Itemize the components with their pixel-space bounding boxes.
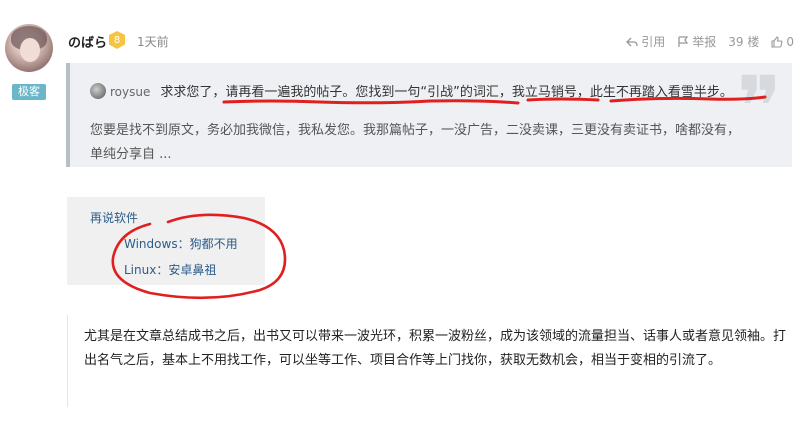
quoted-post: roysue 求求您了，请再看一遍我的帖子。您找到一句“引战”的词汇，我立马销号，… [66,63,792,167]
thumbs-up-icon [771,35,783,48]
like-button[interactable]: 0 [771,35,794,49]
report-button[interactable]: 举报 [677,33,716,50]
quote-label: 引用 [641,35,666,49]
user-avatar[interactable] [5,24,53,72]
report-label: 举报 [692,35,717,49]
code-block-item-linux: Linux：安卓鼻祖 [124,263,217,277]
floor-number: 39 楼 [728,33,759,50]
quote-mark-icon: ❞ [736,58,782,156]
level-badge: 8 [109,31,125,49]
reply-arrow-icon [626,37,638,46]
code-block-title: 再说软件 [90,211,139,225]
quote-line-1-wrap: roysue 求求您了，请再看一遍我的帖子。您找到一句“引战”的词汇，我立马销号，… [90,81,733,100]
username[interactable]: のばら [68,32,107,51]
avatar-face [20,38,40,62]
role-badge: 极客 [12,84,46,100]
quote-button[interactable]: 引用 [626,33,665,50]
quoted-username[interactable]: roysue [110,85,150,99]
quote-line-1: 求求您了，请再看一遍我的帖子。您找到一句“引战”的词汇，我立马销号，此生不再踏入… [160,85,733,100]
code-block-item-windows: Windows：狗都不用 [124,237,238,251]
post-actions: 引用 举报 39 楼 0 [626,33,794,50]
quote-line-2: 您要是找不到原文，务必加我微信，我私发您。我那篇帖子，一没广告，二没卖课，三更没… [90,123,741,162]
quoted-user-avatar[interactable] [90,83,106,99]
flag-icon [678,35,689,47]
like-count: 0 [786,34,794,49]
post-body: 尤其是在文章总结成书之后，出书又可以带来一波光环，积累一波粉丝，成为该领域的流量… [67,315,792,407]
code-block: 再说软件 Windows：狗都不用 Linux：安卓鼻祖 [67,197,265,285]
floor-label: 39 楼 [728,35,760,49]
post-time: 1天前 [137,35,169,49]
post-paragraph: 尤其是在文章总结成书之后，出书又可以带来一波光环，积累一波粉丝，成为该领域的流量… [84,329,787,368]
